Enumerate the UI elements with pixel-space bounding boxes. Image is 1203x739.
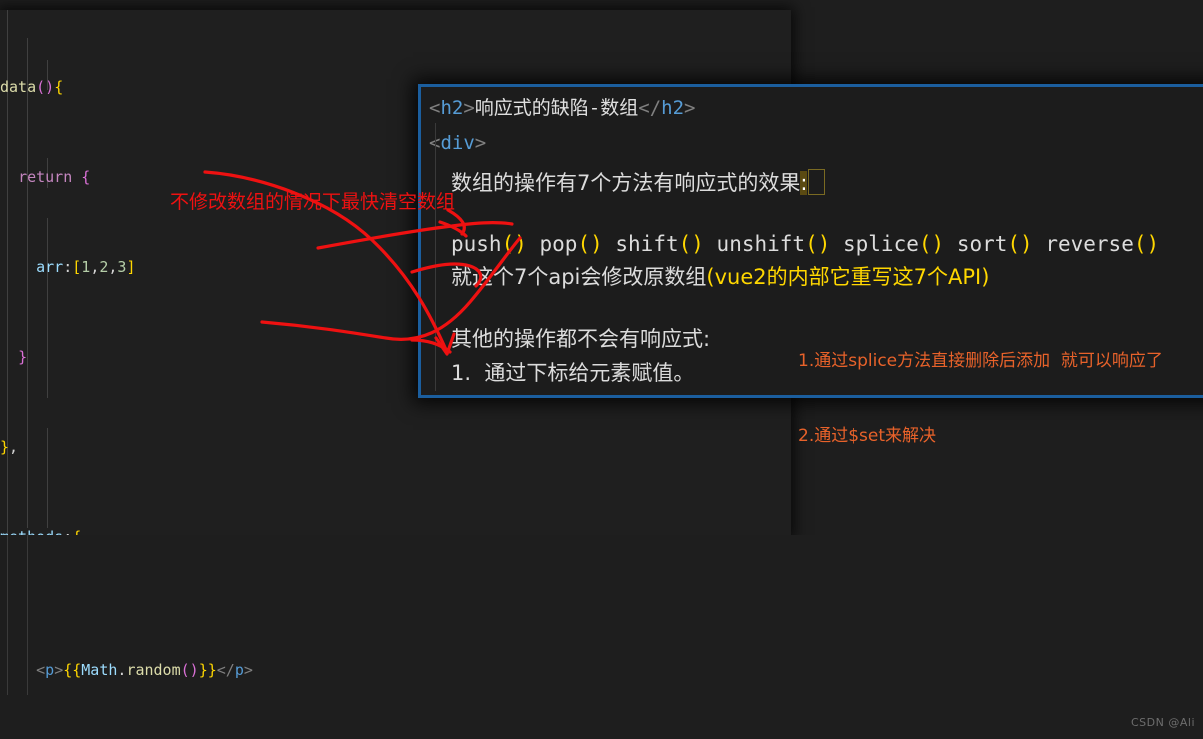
preview-indent-guide <box>435 123 436 391</box>
preview-intro-text: 数组的操作有7个方法有响应式的效果 <box>451 171 801 195</box>
code-line: <p>{{Math.random()}}</p> <box>36 661 253 679</box>
preview-api-note-prefix: 就这个7个api会修改原数组 <box>451 265 707 289</box>
indent-guide <box>27 535 28 695</box>
preview-h2-line: <h2>响应式的缺陷-数组</h2> <box>429 97 696 119</box>
preview-div-line: <div> <box>429 132 487 154</box>
preview-intro-colon: : <box>800 171 808 195</box>
indent-guide <box>7 535 8 695</box>
screenshot-stage: <h2>响应式的缺陷-数组</h2> data(){ return { arr:… <box>0 0 1203 739</box>
orange-note-line: 1.通过splice方法直接删除后添加 就可以响应了 <box>798 351 1163 371</box>
preview-api-note-paren: (vue2的内部它重写这7个API) <box>706 265 990 289</box>
template-code-lines: <p>{{Math.random()}}</p> <p v-for="item … <box>0 535 1203 739</box>
orange-note-line: 2.通过$set来解决 <box>798 426 937 446</box>
text-cursor <box>808 169 826 195</box>
preview-api-note: 就这个7个api会修改原数组(vue2的内部它重写这7个API) <box>451 261 1203 293</box>
preview-api-list: push() pop() shift() unshift() splice() … <box>451 232 1160 256</box>
preview-intro-line: 数组的操作有7个方法有响应式的效果: <box>451 167 1203 199</box>
watermark: CSDN @Ali <box>1131 716 1195 729</box>
code-line: }, <box>0 438 19 456</box>
orange-note: 1.通过splice方法直接删除后添加 就可以响应了 2.通过$set来解决 <box>798 299 1163 499</box>
